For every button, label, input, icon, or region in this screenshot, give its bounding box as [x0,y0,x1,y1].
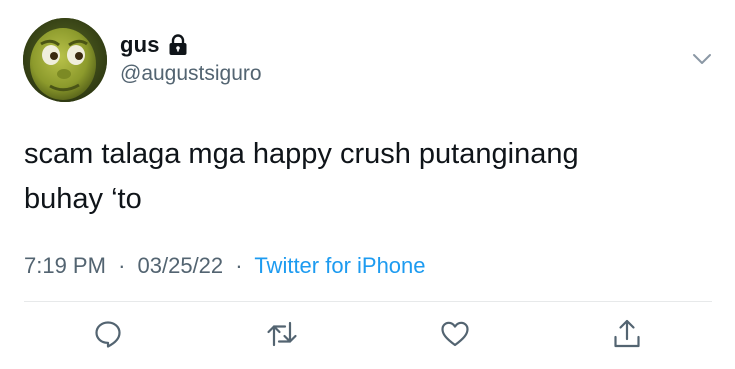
action-bar [0,315,735,355]
tweet-time[interactable]: 7:19 PM [24,253,106,278]
display-name-row: gus [120,30,262,60]
display-name[interactable]: gus [120,32,160,58]
tweet-text-line: scam talaga mga happy crush putanginang [24,138,579,170]
tweet-text-line: buhay ‘to [24,183,142,215]
chevron-down-icon[interactable] [692,52,712,66]
tweet-source-link[interactable]: Twitter for iPhone [254,253,425,278]
lock-icon [168,34,188,56]
tweet-text: scam talaga mga happy crush putanginang … [24,132,704,222]
heart-icon [440,320,470,348]
share-icon [612,318,642,350]
user-names[interactable]: gus @augustsiguro [120,30,262,86]
share-button[interactable] [610,317,644,351]
retweet-button[interactable] [265,317,299,351]
like-button[interactable] [438,317,472,351]
reply-button[interactable] [91,317,125,351]
tweet-meta: 7:19 PM · 03/25/22 · Twitter for iPhone [24,253,426,279]
tweet-date[interactable]: 03/25/22 [138,253,224,278]
divider [24,301,712,302]
user-handle[interactable]: @augustsiguro [120,62,262,86]
meta-separator: · [118,253,126,278]
avatar[interactable] [23,18,107,102]
reply-icon [93,319,123,349]
tweet-card: gus @augustsiguro scam talaga mga happy … [0,0,735,369]
avatar-image [23,18,107,102]
retweet-icon [266,319,298,349]
meta-separator: · [235,253,243,278]
